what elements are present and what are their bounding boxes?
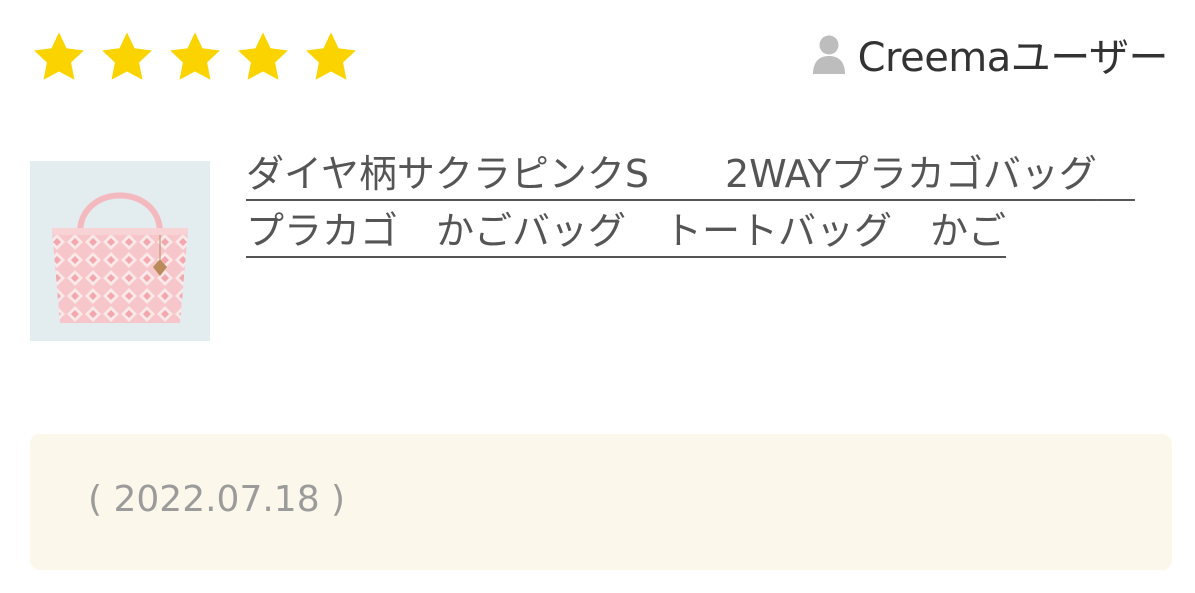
star-icon — [34, 32, 84, 80]
reviewer: Creemaユーザー — [812, 28, 1169, 81]
product-title-link[interactable]: ダイヤ柄サクラピンクS 2WAYプラカゴバッグ プラカゴ かごバッグ トートバッ… — [246, 146, 1146, 260]
star-icon — [102, 32, 152, 80]
star-icon — [170, 32, 220, 80]
reviewed-product: ダイヤ柄サクラピンクS 2WAYプラカゴバッグ プラカゴ かごバッグ トートバッ… — [30, 146, 1155, 341]
product-thumbnail[interactable] — [30, 161, 210, 341]
star-icon — [238, 32, 288, 80]
rating-stars — [30, 28, 360, 86]
star-icon — [306, 32, 356, 80]
review-comment-box: ( 2022.07.18 ) — [30, 434, 1172, 570]
review-date: ( 2022.07.18 ) — [88, 479, 346, 520]
user-icon — [812, 35, 845, 74]
reviewer-name: Creemaユーザー — [857, 35, 1169, 81]
